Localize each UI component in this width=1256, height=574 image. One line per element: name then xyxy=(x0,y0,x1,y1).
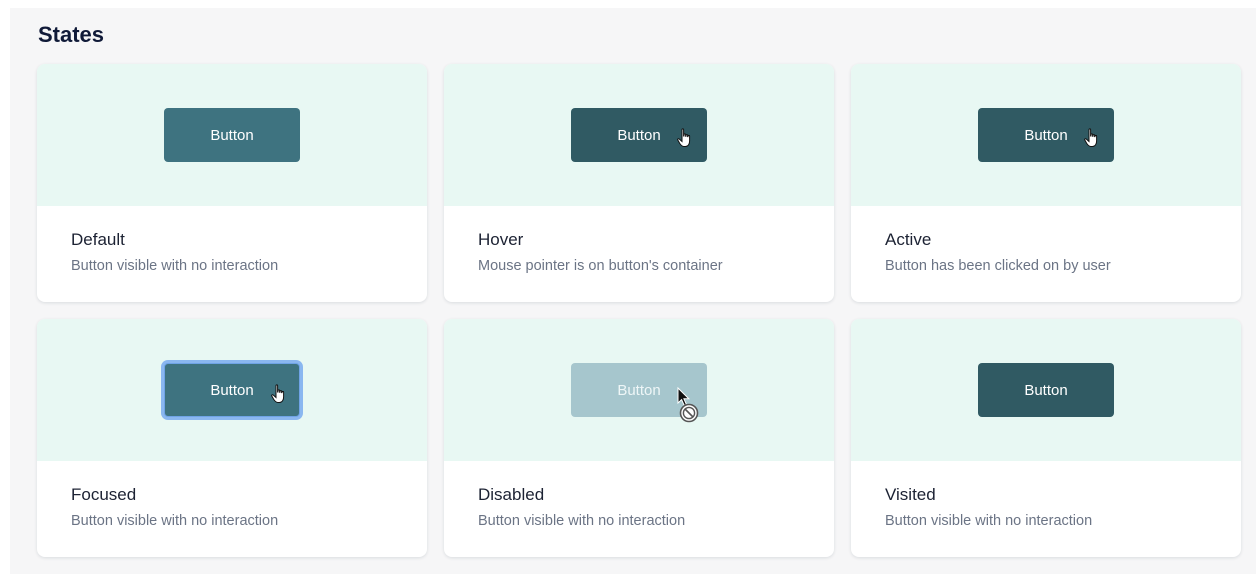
demo-button-disabled[interactable]: Button xyxy=(571,363,707,423)
preview-area: Button xyxy=(37,319,427,461)
demo-button-default[interactable]: Button xyxy=(164,108,300,162)
preview-area: Button xyxy=(851,319,1241,461)
not-allowed-icon xyxy=(679,403,699,423)
states-panel: States Button Default Button visible wit… xyxy=(10,8,1256,574)
state-card-disabled: Button Disabled Button visible with no i… xyxy=(444,319,834,557)
hand-pointer-icon xyxy=(1084,128,1098,147)
state-title: Active xyxy=(885,230,932,249)
state-info: Default Button visible with no interacti… xyxy=(37,206,427,274)
state-description: Mouse pointer is on button's container xyxy=(478,258,723,274)
demo-button-active[interactable]: Button xyxy=(978,108,1114,162)
preview-area: Button xyxy=(851,64,1241,206)
state-info: Hover Mouse pointer is on button's conta… xyxy=(444,206,834,274)
state-description: Button visible with no interaction xyxy=(478,513,686,529)
state-title: Visited xyxy=(885,485,936,504)
section-title: States xyxy=(38,22,105,47)
state-description: Button visible with no interaction xyxy=(71,513,279,529)
state-description: Button has been clicked on by user xyxy=(885,258,1111,274)
state-title: Disabled xyxy=(478,485,545,504)
state-title: Hover xyxy=(478,230,524,249)
demo-button-visited[interactable]: Button xyxy=(978,363,1114,417)
preview-area: Button xyxy=(444,319,834,461)
button-label: Button xyxy=(1024,381,1068,399)
state-title: Default xyxy=(71,230,125,249)
button-label: Button xyxy=(210,381,254,399)
demo-button-hover[interactable]: Button xyxy=(571,108,707,162)
state-card-hover: Button Hover Mouse pointer is on button'… xyxy=(444,64,834,302)
state-info: Disabled Button visible with no interact… xyxy=(444,461,834,529)
state-description: Button visible with no interaction xyxy=(885,513,1093,529)
hand-pointer-icon xyxy=(677,128,691,147)
preview-area: Button xyxy=(37,64,427,206)
states-grid: Button Default Button visible with no in… xyxy=(37,64,1241,557)
button-label: Button xyxy=(617,126,661,144)
state-title: Focused xyxy=(71,485,137,504)
preview-area: Button xyxy=(444,64,834,206)
button-label: Button xyxy=(1024,126,1068,144)
state-card-default: Button Default Button visible with no in… xyxy=(37,64,427,302)
button-label: Button xyxy=(617,381,661,399)
button-label: Button xyxy=(210,126,254,144)
hand-pointer-icon xyxy=(271,384,285,403)
demo-button-focused[interactable]: Button xyxy=(164,363,300,417)
state-card-focused: Button Focused Button visible with no in… xyxy=(37,319,427,557)
state-card-active: Button Active Button has been clicked on… xyxy=(851,64,1241,302)
state-description: Button visible with no interaction xyxy=(71,258,279,274)
state-info: Focused Button visible with no interacti… xyxy=(37,461,427,529)
state-info: Visited Button visible with no interacti… xyxy=(851,461,1241,529)
arrow-cursor-icon xyxy=(677,387,691,407)
state-card-visited: Button Visited Button visible with no in… xyxy=(851,319,1241,557)
state-info: Active Button has been clicked on by use… xyxy=(851,206,1241,274)
